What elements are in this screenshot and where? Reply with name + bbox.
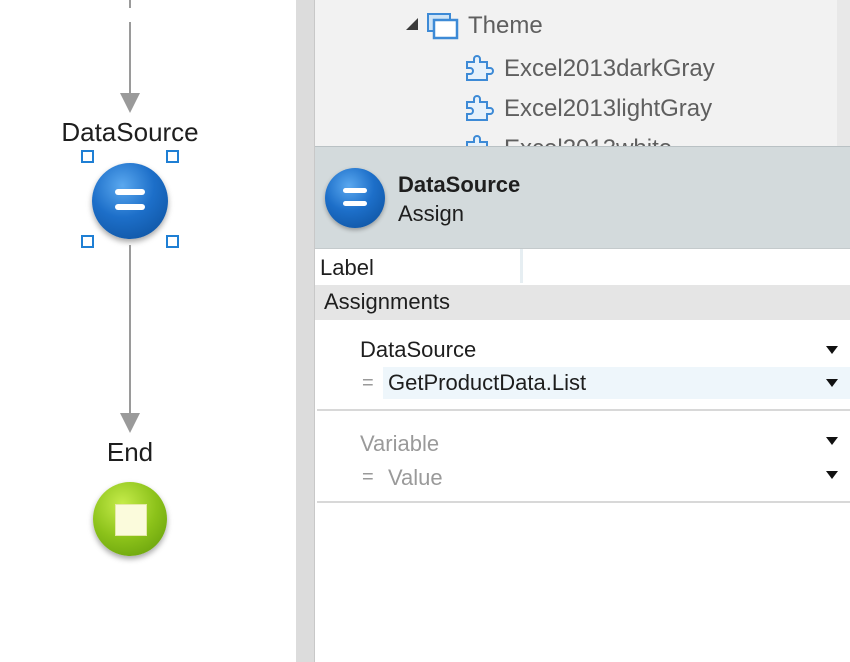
dropdown-arrow-icon[interactable] [826,379,838,387]
assignment-variable-placeholder[interactable]: Variable [360,431,439,457]
flow-connector-to-end [129,245,131,413]
flow-canvas[interactable]: DataSource End [0,0,296,662]
tree-item-theme[interactable]: Theme [468,12,543,40]
arrow-head-icon [120,413,140,433]
equals-sign: = [362,466,374,488]
dropdown-arrow-icon[interactable] [826,471,838,479]
element-tree[interactable]: Theme Excel2013darkGray Excel2013lightGr… [315,0,837,146]
dropdown-arrow-icon[interactable] [826,437,838,445]
assignment-item: Variable = Value [315,412,850,504]
assign-node-label[interactable]: DataSource [0,117,260,148]
assign-node[interactable] [92,163,168,239]
assignments-section-header: Assignments [315,285,850,320]
assignments-header-label: Assignments [324,289,450,314]
assignment-value-input[interactable]: GetProductData.List [383,367,850,399]
assignment-item: DataSource = GetProductData.List [315,320,850,412]
properties-title: DataSource [398,172,521,197]
flow-connector-to-datasource [129,22,131,94]
equals-sign: = [362,372,374,394]
panel-splitter[interactable] [296,0,315,662]
tree-item-theme-child[interactable]: Excel2013white [504,135,672,146]
end-node[interactable] [93,482,167,556]
tree-item-theme-child[interactable]: Excel2013lightGray [504,95,712,123]
stop-square-icon [115,504,147,536]
selection-handle-bottom-right[interactable] [166,235,179,248]
selection-handle-top-right[interactable] [166,150,179,163]
puzzle-piece-icon [466,135,488,146]
selection-handle-bottom-left[interactable] [81,235,94,248]
equals-circle-icon [325,168,385,228]
property-name-label: Label [320,255,374,280]
arrow-head-icon [120,93,140,113]
properties-header: DataSource Assign [315,146,850,249]
assignment-value-text: GetProductData.List [388,370,587,395]
puzzle-piece-icon [466,55,494,81]
tree-item-theme-child[interactable]: Excel2013darkGray [504,55,715,83]
assignment-divider [317,409,850,411]
expanded-triangle-icon[interactable] [406,18,418,30]
theme-folder-icon [427,13,459,40]
flow-connector-top-stub [129,0,131,8]
properties-subtitle: Assign [398,201,465,226]
assignment-variable[interactable]: DataSource [360,337,476,363]
end-node-label[interactable]: End [0,437,260,468]
tree-scrollbar[interactable] [837,0,850,146]
selection-handle-top-left[interactable] [81,150,94,163]
assignment-value-placeholder: Value [388,465,443,490]
puzzle-piece-icon [466,95,494,121]
assignment-divider [317,501,850,503]
property-row-label: Label [315,249,850,285]
assignment-value-input[interactable]: Value [383,462,850,494]
label-value-input[interactable] [520,249,850,283]
dropdown-arrow-icon[interactable] [826,346,838,354]
